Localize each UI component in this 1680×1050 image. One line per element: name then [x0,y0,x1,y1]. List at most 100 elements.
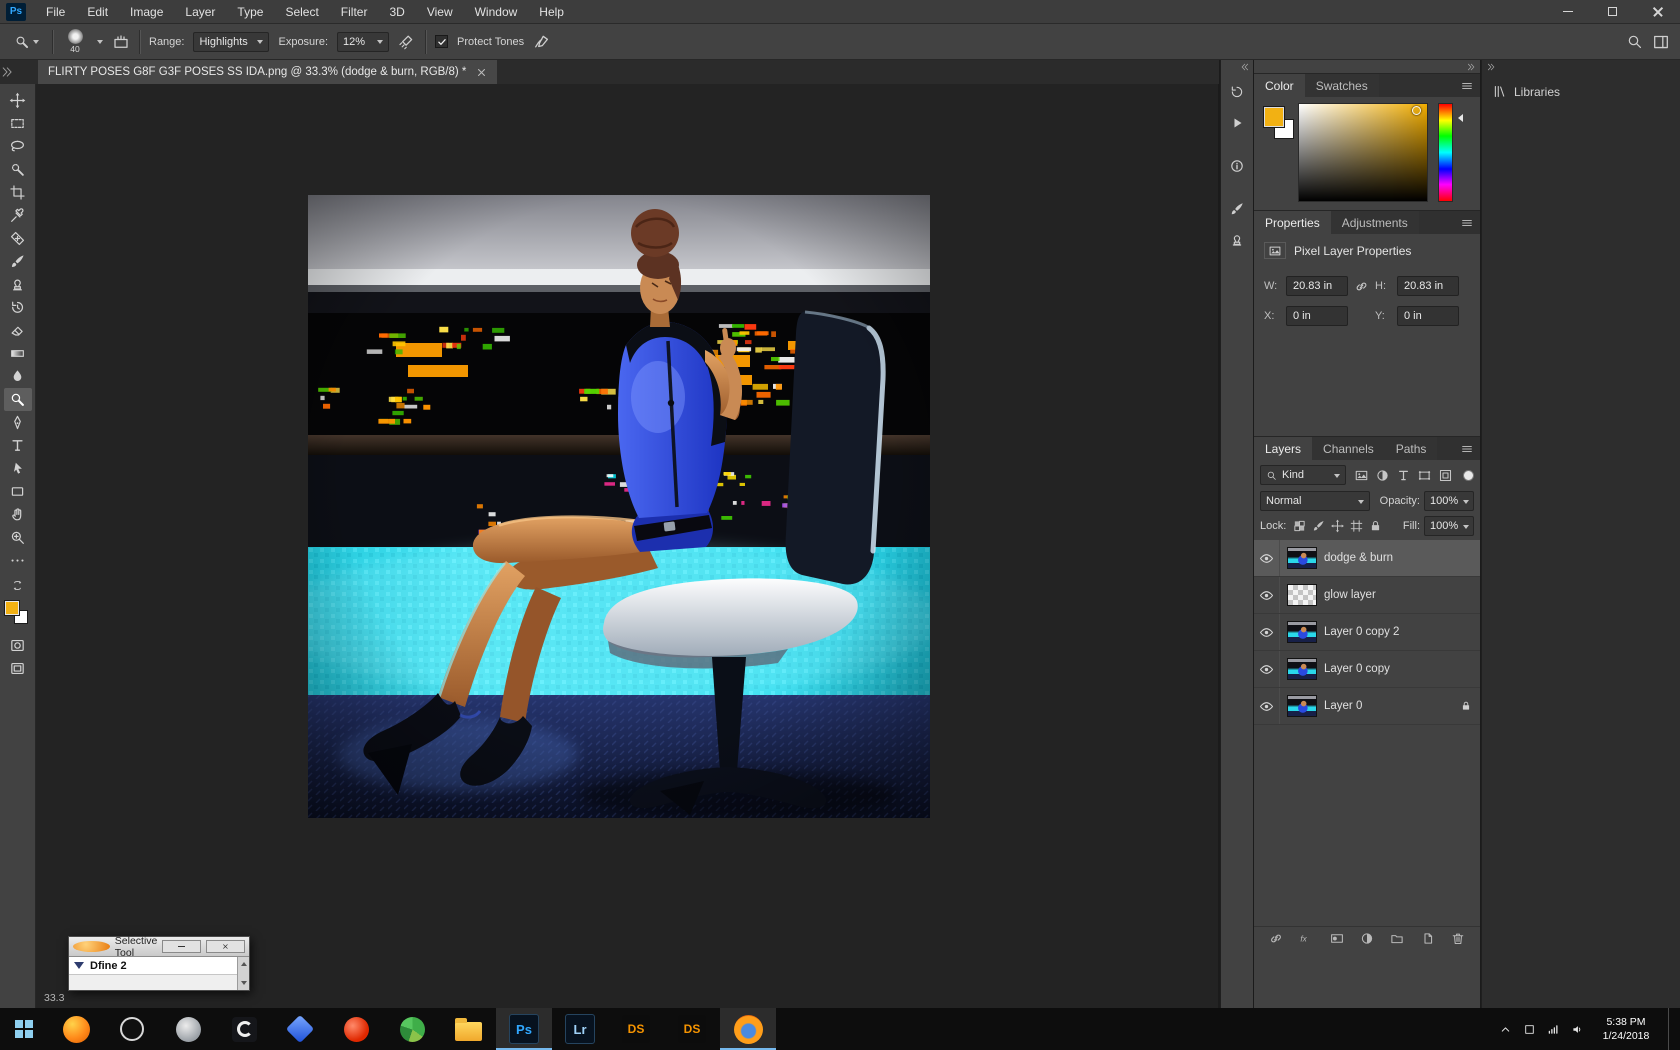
layer-row[interactable]: dodge & burn [1254,540,1480,577]
lock-artboard-icon[interactable] [1349,519,1364,533]
exposure-dropdown[interactable]: 12% [337,31,390,52]
zoom-tool[interactable] [4,526,32,549]
menu-image[interactable]: Image [119,0,174,24]
clock[interactable]: 5:38 PM 1/24/2018 [1595,1015,1657,1043]
eraser-tool[interactable] [4,319,32,342]
selective-tool-titlebar[interactable]: Selective Tool [69,935,249,959]
filtering-toggle[interactable] [1463,469,1474,481]
height-field[interactable]: 20.83 in [1397,276,1459,296]
tab-color[interactable]: Color [1254,74,1305,97]
scroll-down-icon[interactable] [238,979,249,990]
menu-select[interactable]: Select [274,0,329,24]
expand-triangle-icon[interactable] [74,962,84,974]
layer-visibility-toggle[interactable] [1254,688,1280,724]
taskbar-lightroom[interactable]: Lr [552,1008,608,1050]
brush-settings-panel-icon[interactable] [1224,196,1250,222]
clone-source-panel-icon[interactable] [1224,227,1250,253]
delete-layer-icon[interactable] [1450,931,1466,946]
menu-window[interactable]: Window [464,0,529,24]
layer-row[interactable]: Layer 0 copy 2 [1254,614,1480,651]
pen-pressure-icon[interactable] [533,33,551,51]
layer-thumbnail[interactable] [1287,584,1317,606]
x-field[interactable]: 0 in [1286,306,1348,326]
layer-effects-icon[interactable]: fx [1298,931,1314,946]
foreground-background-colors[interactable] [3,599,33,629]
quick-mask-button[interactable] [4,634,32,657]
chevron-down-icon[interactable] [97,40,103,47]
move-tool[interactable] [4,89,32,112]
tab-overflow-icon[interactable] [0,60,14,84]
quick-selection-tool[interactable] [4,158,32,181]
tab-adjustments[interactable]: Adjustments [1330,211,1419,234]
ellipsis-tool[interactable] [4,549,32,572]
tray-overflow-icon[interactable] [1499,1023,1512,1036]
network-icon[interactable] [1547,1023,1560,1036]
canvas-area[interactable]: 33.3 [36,84,1218,1008]
toggle-brush-panel-icon[interactable] [112,33,130,51]
type-tool[interactable] [4,434,32,457]
width-field[interactable]: 20.83 in [1286,276,1348,296]
actions-panel-icon[interactable] [1224,110,1250,136]
zoom-status-field[interactable]: 33.3 [44,992,64,1004]
menu-filter[interactable]: Filter [330,0,379,24]
layer-visibility-toggle[interactable] [1254,577,1280,613]
taskbar-app-blue-gem[interactable] [272,1008,328,1050]
layer-row[interactable]: Layer 0 copy [1254,651,1480,688]
menu-layer[interactable]: Layer [174,0,226,24]
protect-tones-checkbox[interactable] [435,35,449,48]
color-picker-marker[interactable] [1412,106,1421,115]
tab-channels[interactable]: Channels [1312,437,1385,460]
history-panel-icon[interactable] [1224,79,1250,105]
shape-filter-icon[interactable] [1415,467,1434,484]
eyedropper-tool[interactable] [4,204,32,227]
taskbar-app-browser-orange[interactable] [48,1008,104,1050]
adjustment-filter-icon[interactable] [1373,467,1392,484]
marquee-tool[interactable] [4,112,32,135]
panel-menu-icon[interactable] [1460,79,1474,93]
y-field[interactable]: 0 in [1397,306,1459,326]
dodge-tool[interactable] [3,388,32,411]
taskbar-daz-studio[interactable]: DS [608,1008,664,1050]
fill-dropdown[interactable]: 100% [1424,516,1474,536]
info-panel-icon[interactable] [1224,153,1250,179]
photoshop-app-icon[interactable]: Ps [6,2,26,21]
tab-paths[interactable]: Paths [1384,437,1438,460]
menu-type[interactable]: Type [226,0,274,24]
adjustment-layer-icon[interactable] [1359,931,1375,946]
taskbar-photoshop[interactable]: Ps [496,1008,552,1050]
foreground-color-swatch[interactable] [3,600,20,616]
document-canvas-image[interactable] [308,195,930,818]
close-tab-icon[interactable] [476,67,487,78]
start-button[interactable] [0,1008,48,1050]
swap-colors-icon[interactable] [10,578,25,593]
range-dropdown[interactable]: Highlights [193,31,270,52]
minimize-button[interactable] [1545,0,1590,24]
close-button[interactable] [1635,0,1680,24]
tab-swatches[interactable]: Swatches [1304,74,1379,97]
taskbar-app-red[interactable] [328,1008,384,1050]
hue-slider[interactable] [1438,103,1453,202]
lock-transparent-icon[interactable] [1292,519,1307,533]
menu-view[interactable]: View [416,0,464,24]
lock-all-icon[interactable] [1368,519,1383,533]
layer-mask-icon[interactable] [1329,931,1345,946]
layer-thumbnail[interactable] [1287,695,1317,717]
taskbar-file-explorer[interactable] [440,1008,496,1050]
workspace-switcher-icon[interactable] [1652,33,1670,51]
layer-visibility-toggle[interactable] [1254,614,1280,650]
taskbar-firefox[interactable] [720,1008,776,1050]
crop-tool[interactable] [4,181,32,204]
taskbar-app-gray[interactable] [160,1008,216,1050]
tool-preset-picker[interactable] [10,32,43,52]
menu-3d[interactable]: 3D [378,0,415,24]
shape-tool[interactable] [4,480,32,503]
selective-tool-scrollbar[interactable] [237,957,249,990]
panel-menu-icon[interactable] [1460,216,1474,230]
layer-visibility-toggle[interactable] [1254,540,1280,576]
taskbar-app-recorder[interactable] [104,1008,160,1050]
constrain-proportions-icon[interactable] [1354,279,1369,294]
taskbar-app-green[interactable] [384,1008,440,1050]
taskbar-app-c[interactable] [216,1008,272,1050]
airbrush-icon[interactable] [398,33,416,51]
layer-row[interactable]: Layer 0 [1254,688,1480,725]
